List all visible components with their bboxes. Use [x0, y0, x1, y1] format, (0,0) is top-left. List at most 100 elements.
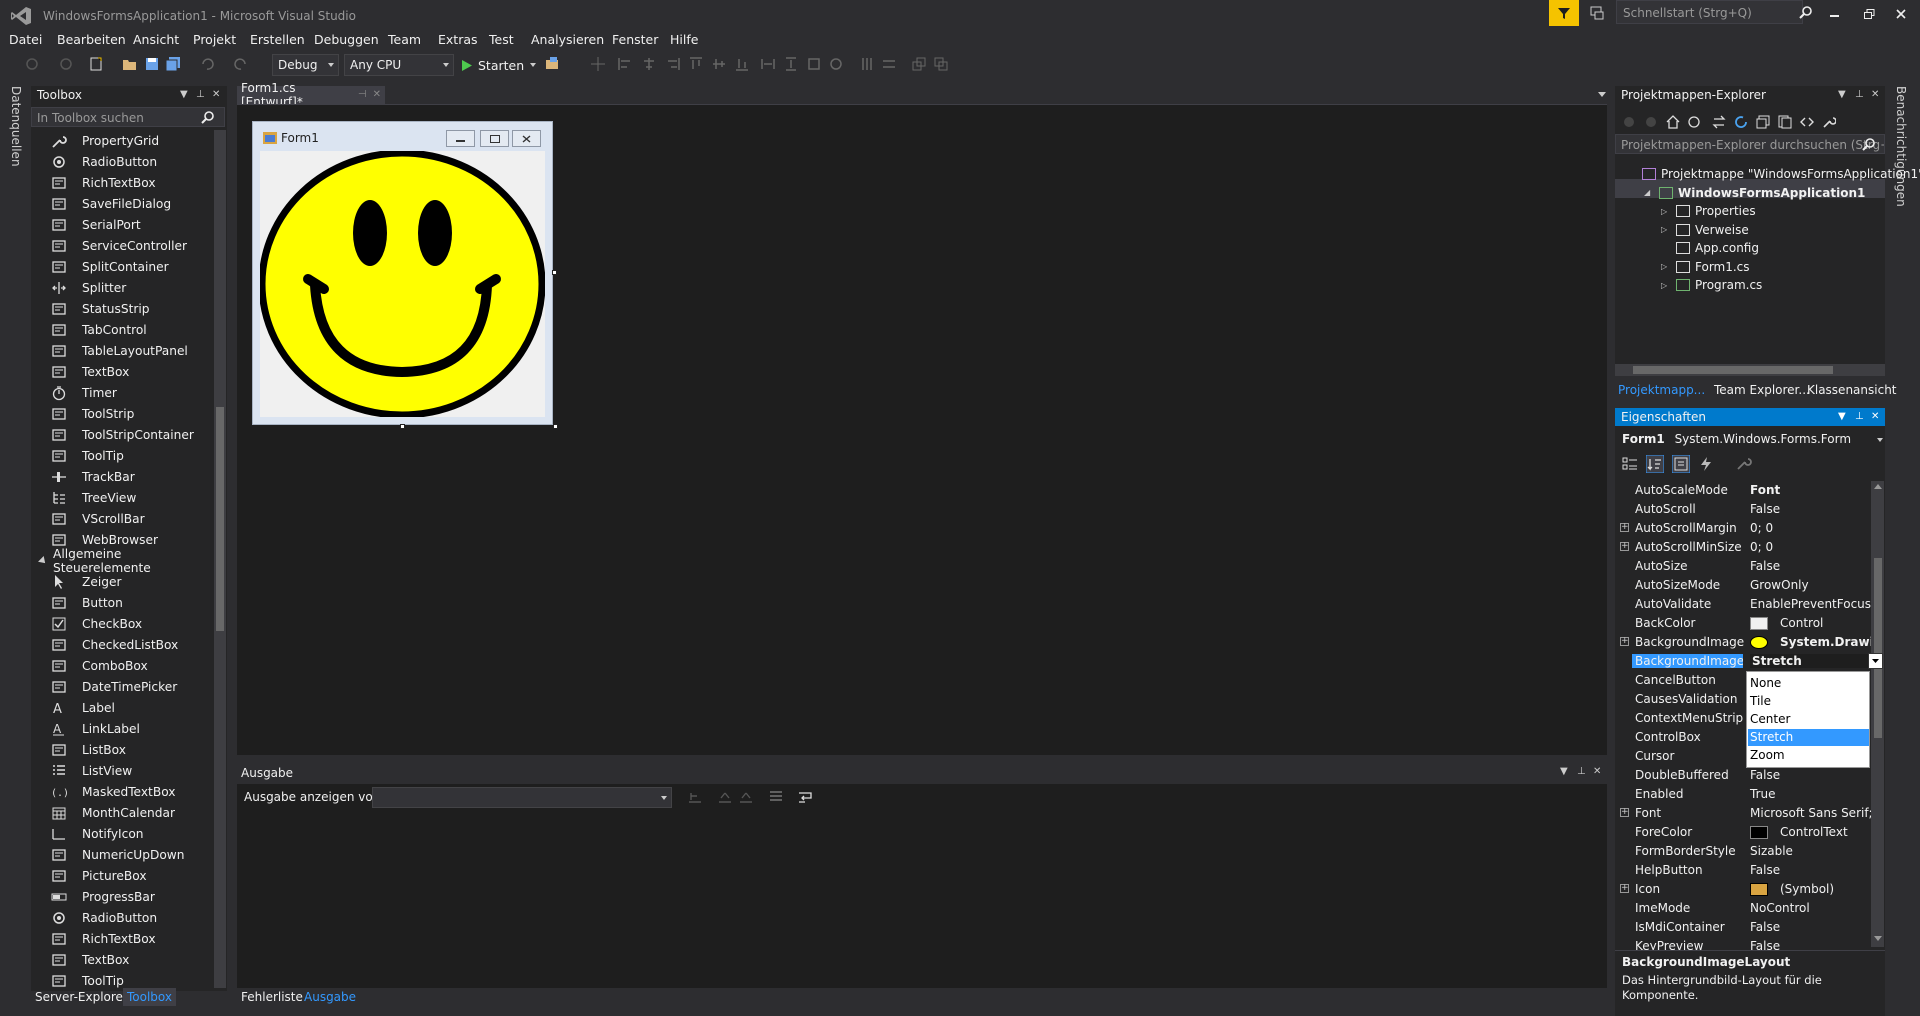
- toolbox-item[interactable]: ToolTip: [31, 445, 214, 466]
- menu-projekt[interactable]: Projekt: [193, 32, 236, 47]
- categorized-icon[interactable]: [1622, 456, 1638, 472]
- side-tab-benachrichtigungen[interactable]: Benachrichtigungen: [1894, 86, 1908, 207]
- solution-platform-combo[interactable]: Any CPU: [344, 54, 454, 76]
- pane-menu-icon[interactable]: ▼: [180, 89, 188, 100]
- solution-hscrollbar-thumb[interactable]: [1633, 366, 1833, 374]
- toolbox-item[interactable]: RichTextBox: [31, 172, 214, 193]
- expand-plus-icon[interactable]: +: [1620, 884, 1629, 893]
- dropdown-arrow-button[interactable]: [1868, 653, 1883, 669]
- toolbox-item[interactable]: SaveFileDialog: [31, 193, 214, 214]
- toolbox-item[interactable]: TreeView: [31, 487, 214, 508]
- toolbox-item[interactable]: RadioButton: [31, 907, 214, 928]
- expand-arrow-icon[interactable]: ▷: [1661, 225, 1671, 234]
- expand-plus-icon[interactable]: +: [1620, 523, 1629, 532]
- toolbox-item[interactable]: TrackBar: [31, 466, 214, 487]
- toolbox-item[interactable]: ToolStripContainer: [31, 424, 214, 445]
- pin-icon[interactable]: ⊥: [1577, 766, 1586, 777]
- toolbox-item[interactable]: TextBox: [31, 361, 214, 382]
- property-value[interactable]: Stretch: [1750, 654, 1870, 668]
- toolbox-item[interactable]: CheckedListBox: [31, 634, 214, 655]
- toolbox-item[interactable]: RadioButton: [31, 151, 214, 172]
- notifications-filter-icon[interactable]: [1549, 0, 1579, 26]
- send-to-back-icon[interactable]: [933, 56, 949, 72]
- view-code-icon[interactable]: [1800, 115, 1814, 129]
- doc-dropdown-icon[interactable]: [1598, 92, 1606, 97]
- restore-button[interactable]: [1854, 4, 1884, 24]
- pane-menu-icon[interactable]: ▼: [1838, 411, 1846, 422]
- toolbox-item[interactable]: PropertyGrid: [31, 130, 214, 151]
- align-right-icon[interactable]: [665, 56, 681, 72]
- pane-menu-icon[interactable]: ▼: [1560, 766, 1568, 777]
- go-to-next-icon[interactable]: [739, 790, 753, 804]
- property-row[interactable]: AutoSizeMode GrowOnly: [1615, 576, 1871, 595]
- solution-tree-item[interactable]: Projektmappe "WindowsFormsApplication1": [1627, 165, 1920, 183]
- dropdown-option[interactable]: None: [1748, 675, 1869, 692]
- toolbox-item[interactable]: ToolTip: [31, 970, 214, 988]
- expanded-arrow-icon[interactable]: ◢: [1644, 188, 1654, 197]
- forward-icon[interactable]: [1644, 115, 1658, 129]
- toolbox-item[interactable]: RichTextBox: [31, 928, 214, 949]
- tab-fehlerliste[interactable]: Fehlerliste: [241, 990, 303, 1004]
- close-pane-icon[interactable]: ✕: [1593, 766, 1601, 777]
- menu-test[interactable]: Test: [489, 32, 514, 47]
- expand-arrow-icon[interactable]: [38, 555, 48, 566]
- menu-team[interactable]: Team: [388, 32, 421, 47]
- undo-icon[interactable]: [199, 56, 215, 72]
- toolbox-item[interactable]: CheckBox: [31, 613, 214, 634]
- make-same-size-icon[interactable]: [828, 56, 844, 72]
- toolbox-item[interactable]: ListBox: [31, 739, 214, 760]
- property-row[interactable]: + Font Microsoft Sans Serif; 8,: [1615, 804, 1871, 823]
- scroll-up-icon[interactable]: [1874, 484, 1882, 489]
- pane-menu-icon[interactable]: ▼: [1838, 89, 1846, 100]
- toolbox-item[interactable]: A Label: [31, 697, 214, 718]
- properties-wrench-icon[interactable]: [1822, 115, 1836, 129]
- align-middle-icon[interactable]: [711, 56, 727, 72]
- solution-configuration-combo[interactable]: Debug: [272, 54, 339, 76]
- toolbox-item[interactable]: TabControl: [31, 319, 214, 340]
- menu-fenster[interactable]: Fenster: [612, 32, 658, 47]
- toolbox-item[interactable]: DateTimePicker: [31, 676, 214, 697]
- solution-tree-item[interactable]: ▷ Verweise: [1661, 221, 1749, 239]
- solution-tree-item[interactable]: ◢ WindowsFormsApplication1: [1644, 184, 1865, 202]
- toolbox-item[interactable]: SplitContainer: [31, 256, 214, 277]
- solution-tree-item[interactable]: ▷ Program.cs: [1661, 276, 1762, 294]
- pending-changes-icon[interactable]: [1688, 115, 1704, 129]
- output-source-combo[interactable]: [372, 787, 672, 808]
- toolbox-item[interactable]: ToolStrip: [31, 403, 214, 424]
- tab-server-explorer[interactable]: Server-Explorer: [35, 990, 128, 1004]
- start-debugging-button[interactable]: Starten: [462, 54, 537, 76]
- dropdown-option[interactable]: Tile: [1748, 693, 1869, 710]
- property-row[interactable]: HelpButton False: [1615, 861, 1871, 880]
- toolbox-item[interactable]: ComboBox: [31, 655, 214, 676]
- property-row[interactable]: AutoValidate EnablePreventFocusCh: [1615, 595, 1871, 614]
- property-row[interactable]: Enabled True: [1615, 785, 1871, 804]
- alphabetical-icon[interactable]: [1646, 455, 1664, 473]
- toolbox-item[interactable]: ListView: [31, 760, 214, 781]
- property-row[interactable]: AutoScaleMode Font: [1615, 481, 1871, 500]
- expand-plus-icon[interactable]: +: [1620, 808, 1629, 817]
- close-pane-icon[interactable]: ✕: [1871, 89, 1879, 100]
- toolbox-item[interactable]: ServiceController: [31, 235, 214, 256]
- menu-analysieren[interactable]: Analysieren: [531, 32, 604, 47]
- align-left-icon[interactable]: [617, 56, 633, 72]
- tab-solution-explorer[interactable]: Projektmapp...: [1618, 383, 1705, 397]
- property-row[interactable]: + Icon (Symbol): [1615, 880, 1871, 899]
- toolbox-search-input[interactable]: In Toolbox suchen: [31, 107, 225, 127]
- save-all-icon[interactable]: [165, 56, 181, 72]
- expand-arrow-icon[interactable]: ▷: [1661, 207, 1671, 216]
- back-icon[interactable]: [1622, 115, 1636, 129]
- toolbox-item[interactable]: Button: [31, 592, 214, 613]
- new-project-icon[interactable]: [88, 56, 104, 72]
- resize-handle-bottom[interactable]: [400, 424, 405, 429]
- refresh-icon[interactable]: [1734, 115, 1748, 129]
- menu-hilfe[interactable]: Hilfe: [670, 32, 698, 47]
- make-same-height-icon[interactable]: [783, 56, 799, 72]
- toolbox-item[interactable]: NotifyIcon: [31, 823, 214, 844]
- toolbox-scrollbar-thumb[interactable]: [216, 407, 224, 631]
- search-icon[interactable]: [1862, 137, 1876, 151]
- menu-extras[interactable]: Extras: [438, 32, 478, 47]
- toolbox-item[interactable]: TextBox: [31, 949, 214, 970]
- menu-debuggen[interactable]: Debuggen: [314, 32, 379, 47]
- search-icon[interactable]: [201, 110, 215, 124]
- toolbox-item[interactable]: SerialPort: [31, 214, 214, 235]
